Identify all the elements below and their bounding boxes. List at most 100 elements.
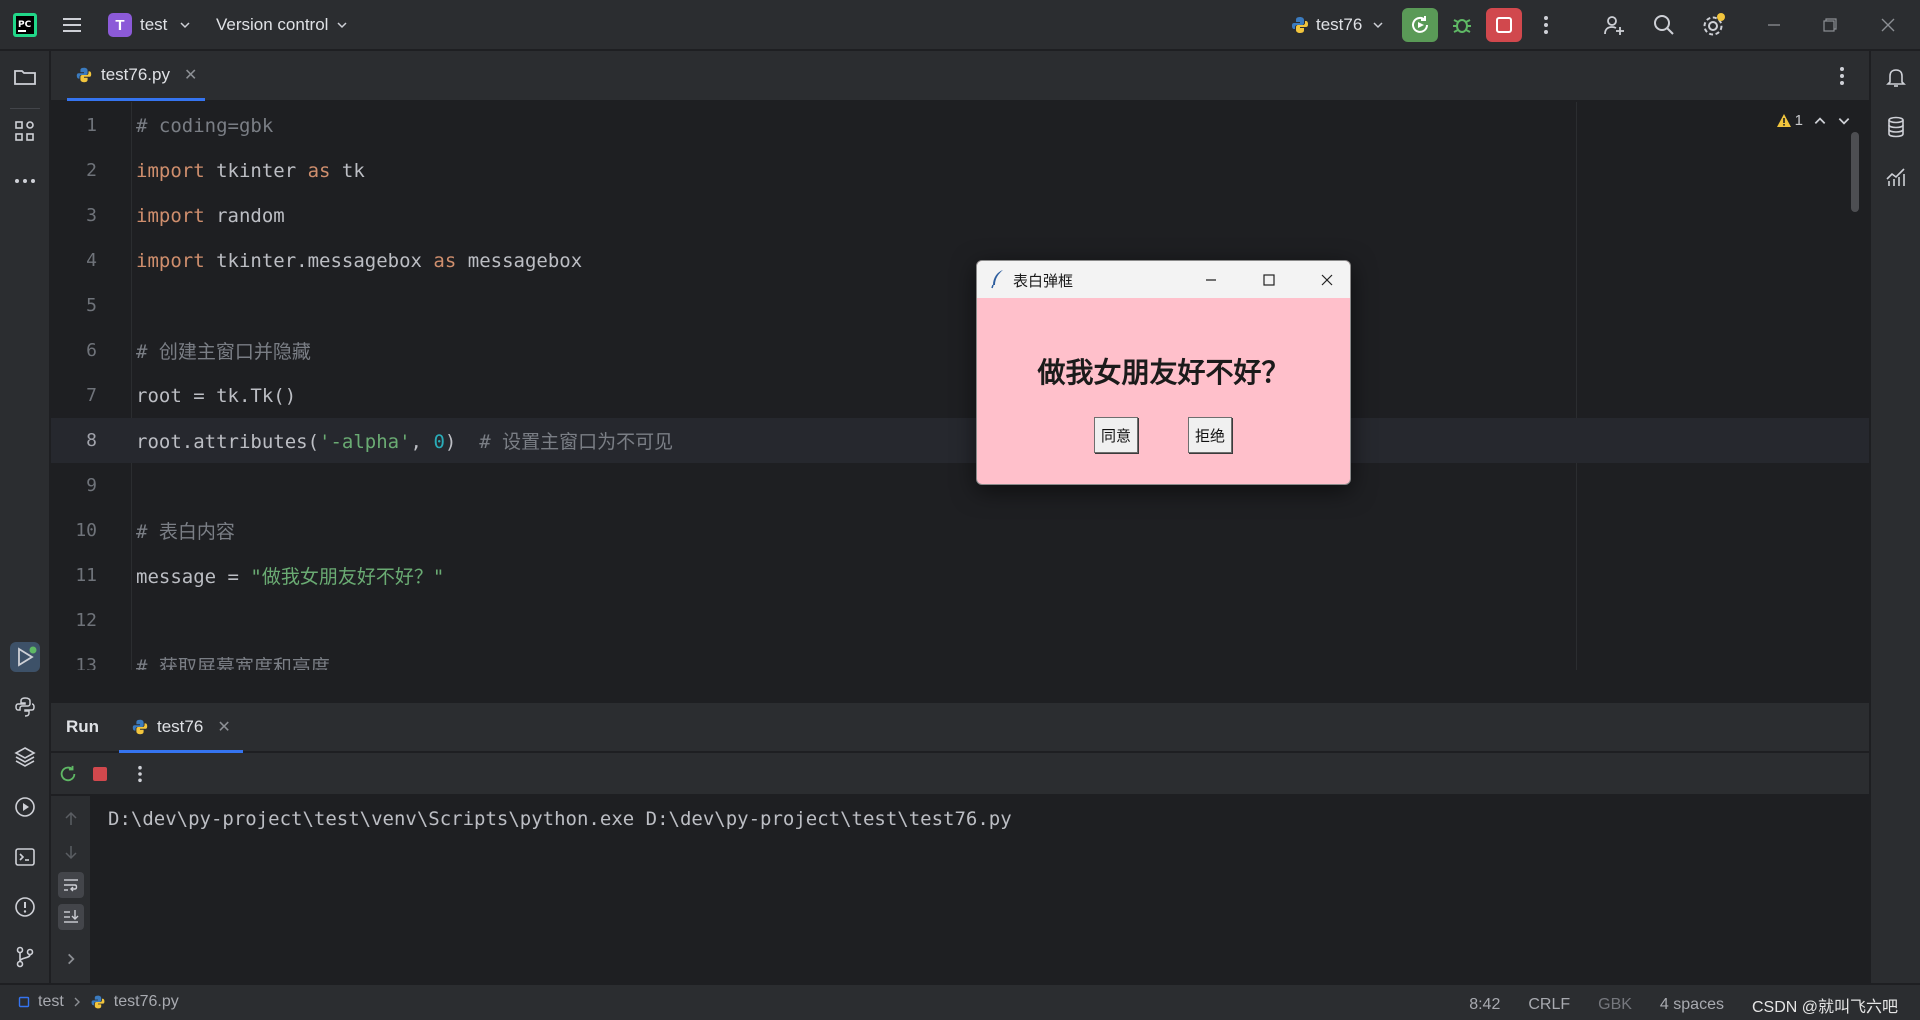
code-line[interactable]: 3 import random	[51, 193, 1869, 238]
code-with-me-button[interactable]	[1596, 8, 1632, 42]
python-packages-button[interactable]	[10, 742, 40, 772]
code-line[interactable]: 1 # coding=gbk	[51, 103, 1869, 148]
stop-button[interactable]	[89, 763, 111, 785]
dialog-minimize-button[interactable]	[1197, 267, 1225, 293]
rerun-button[interactable]	[1402, 8, 1438, 42]
pycharm-logo-icon[interactable]: PC	[12, 12, 38, 38]
notifications-button[interactable]	[1881, 62, 1911, 92]
code-line[interactable]: 7 root = tk.Tk()	[51, 373, 1869, 418]
git-button[interactable]	[10, 942, 40, 972]
line-number[interactable]: 3	[51, 205, 97, 226]
project-tool-button[interactable]	[10, 62, 40, 92]
code-line[interactable]: 8 root.attributes('-alpha', 0) # 设置主窗口为不可…	[51, 418, 1869, 463]
code-line[interactable]: 9	[51, 463, 1869, 508]
line-number[interactable]: 2	[51, 160, 97, 181]
caret-position[interactable]: 8:42	[1469, 996, 1500, 1014]
code-line[interactable]: 4 import tkinter.messagebox as messagebox	[51, 238, 1869, 283]
dialog-close-button[interactable]	[1313, 267, 1341, 293]
line-ending[interactable]: CRLF	[1528, 996, 1570, 1014]
breadcrumb-project[interactable]: test	[38, 993, 64, 1011]
code-line[interactable]: 2 import tkinter as tk	[51, 148, 1869, 193]
stop-button[interactable]	[1486, 8, 1522, 42]
tab-close-icon[interactable]: ✕	[184, 65, 197, 85]
code-line[interactable]: 12	[51, 598, 1869, 643]
settings-button[interactable]	[1696, 8, 1732, 42]
structure-tool-button[interactable]	[10, 116, 40, 146]
line-number[interactable]: 12	[51, 610, 97, 631]
expand-button[interactable]	[58, 946, 84, 972]
scroll-up-button[interactable]	[58, 806, 84, 832]
line-number[interactable]: 7	[51, 385, 97, 406]
services-icon	[15, 797, 35, 817]
code-token: 0	[433, 431, 445, 453]
terminal-button[interactable]	[10, 842, 40, 872]
breadcrumb-file[interactable]: test76.py	[114, 993, 179, 1011]
run-tab-close-icon[interactable]: ✕	[217, 717, 230, 737]
more-actions-button[interactable]	[1528, 8, 1564, 42]
run-tool-button[interactable]	[10, 642, 40, 672]
run-toolbar	[51, 753, 1869, 795]
dialog-title-bar[interactable]: 表白弹框	[977, 261, 1350, 298]
warning-icon	[1776, 114, 1791, 127]
line-number[interactable]: 4	[51, 250, 97, 271]
project-selector[interactable]: T test	[108, 11, 191, 39]
run-panel-title: Run	[66, 717, 100, 736]
tab-test76-py[interactable]: test76.py ✕	[67, 51, 206, 101]
love-dialog-window: 表白弹框 做我女朋友好不好？ 同意 拒绝	[976, 260, 1351, 485]
warning-indicator[interactable]: 1	[1776, 112, 1803, 129]
scientific-view-button[interactable]	[1881, 162, 1911, 192]
code-line[interactable]: 13 # 获取屏幕宽度和高度	[51, 643, 1869, 670]
scroll-down-button[interactable]	[58, 839, 84, 865]
code-line[interactable]: 5	[51, 283, 1869, 328]
run-more-button[interactable]	[129, 763, 151, 785]
module-icon	[18, 996, 30, 1008]
arrow-up-icon	[65, 811, 77, 825]
version-control-selector[interactable]: Version control	[216, 11, 348, 39]
agree-button[interactable]: 同意	[1094, 417, 1138, 453]
database-button[interactable]	[1881, 112, 1911, 142]
code-line[interactable]: 11 message = "做我女朋友好不好？"	[51, 553, 1869, 598]
main-menu-icon[interactable]	[60, 13, 84, 37]
line-number[interactable]: 11	[51, 565, 97, 586]
arrow-down-icon	[65, 846, 77, 860]
code-text: import tkinter.messagebox as messagebox	[136, 250, 582, 272]
code-text: import tkinter as tk	[136, 160, 365, 182]
debug-button[interactable]	[1444, 8, 1480, 42]
code-line[interactable]: 6 # 创建主窗口并隐藏	[51, 328, 1869, 373]
tab-options-button[interactable]	[1831, 65, 1853, 87]
more-tools-button[interactable]	[10, 166, 40, 196]
problems-button[interactable]	[10, 892, 40, 922]
chevron-right-icon	[68, 953, 75, 965]
search-everywhere-button[interactable]	[1646, 8, 1682, 42]
line-number[interactable]: 5	[51, 295, 97, 316]
python-console-button[interactable]	[10, 692, 40, 722]
refuse-button[interactable]: 拒绝	[1188, 417, 1232, 453]
code-text: root.attributes('-alpha', 0) # 设置主窗口为不可见	[136, 427, 673, 454]
line-number[interactable]: 6	[51, 340, 97, 361]
line-number[interactable]: 13	[51, 655, 97, 670]
line-number[interactable]: 9	[51, 475, 97, 496]
run-console[interactable]: D:\dev\py-project\test\venv\Scripts\pyth…	[51, 796, 1869, 983]
line-number[interactable]: 1	[51, 115, 97, 136]
run-tab-test76[interactable]: test76 ✕	[119, 703, 243, 753]
indent-setting[interactable]: 4 spaces	[1660, 996, 1724, 1014]
chevron-up-icon[interactable]	[1813, 114, 1827, 128]
services-button[interactable]	[10, 792, 40, 822]
chevron-down-icon[interactable]	[1837, 114, 1851, 128]
window-close-button[interactable]	[1870, 8, 1906, 42]
add-user-icon	[1604, 16, 1624, 35]
inspection-widget[interactable]: 1	[1776, 112, 1851, 129]
window-restore-button[interactable]	[1812, 8, 1848, 42]
rerun-button[interactable]	[57, 763, 79, 785]
line-number[interactable]: 10	[51, 520, 97, 541]
window-minimize-button[interactable]	[1756, 8, 1792, 42]
file-encoding[interactable]: GBK	[1598, 996, 1632, 1014]
code-line[interactable]: 10 # 表白内容	[51, 508, 1869, 553]
scroll-to-end-button[interactable]	[58, 904, 84, 930]
editor-scrollbar[interactable]	[1851, 132, 1859, 212]
soft-wrap-button[interactable]	[58, 872, 84, 898]
code-editor[interactable]: 1 # coding=gbk 2 import tkinter as tk 3 impor…	[51, 102, 1869, 670]
line-number[interactable]: 8	[51, 430, 97, 451]
dialog-maximize-button[interactable]	[1255, 267, 1283, 293]
run-configuration-selector[interactable]: test76	[1290, 11, 1384, 39]
